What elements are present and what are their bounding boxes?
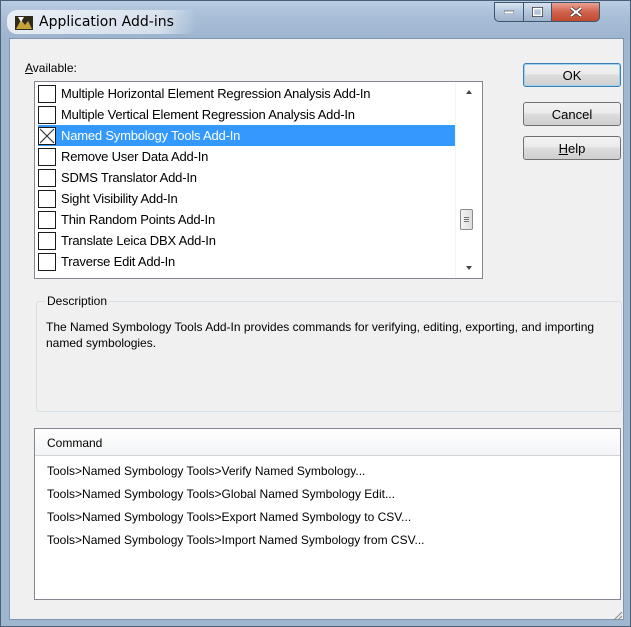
maximize-button[interactable] <box>524 2 552 22</box>
app-icon <box>15 14 33 30</box>
list-item-label: Multiple Vertical Element Regression Ana… <box>61 106 355 122</box>
checkbox[interactable] <box>38 84 56 103</box>
checked-checkbox[interactable] <box>38 126 56 145</box>
checkbox[interactable] <box>38 168 56 187</box>
command-row[interactable]: Tools>Named Symbology Tools>Global Named… <box>47 484 395 504</box>
scrollbar-thumb[interactable] <box>460 209 473 230</box>
list-item[interactable]: Named Symbology Tools Add-In <box>38 125 456 146</box>
command-row[interactable]: Tools>Named Symbology Tools>Export Named… <box>47 507 411 527</box>
checkbox[interactable] <box>38 105 56 124</box>
available-label-text: vailable: <box>32 61 77 75</box>
list-item[interactable]: Thin Random Points Add-In <box>38 209 457 230</box>
list-scrollbar[interactable] <box>455 82 482 278</box>
command-list[interactable]: Command Tools>Named Symbology Tools>Veri… <box>34 428 621 600</box>
thumb-grip-line <box>464 221 469 222</box>
checkbox[interactable] <box>38 147 56 166</box>
caption-buttons <box>494 2 600 22</box>
help-button[interactable]: Help <box>523 136 621 160</box>
list-item-label: SDMS Translator Add-In <box>61 169 197 185</box>
list-item-label: Remove User Data Add-In <box>61 148 209 164</box>
help-button-mnemonic: H <box>558 140 569 156</box>
command-row[interactable]: Tools>Named Symbology Tools>Import Named… <box>47 530 425 550</box>
close-button[interactable] <box>552 2 600 22</box>
description-group <box>36 301 622 412</box>
scroll-down-icon[interactable] <box>464 264 474 272</box>
application-addins-window: Application Add-ins Available: Multiple … <box>0 0 631 627</box>
list-item[interactable]: SDMS Translator Add-In <box>38 167 457 188</box>
available-label-mnemonic: A <box>25 61 33 75</box>
minimize-button[interactable] <box>494 2 524 22</box>
list-item[interactable]: Traverse Edit Add-In <box>38 251 457 272</box>
list-item[interactable]: Multiple Horizontal Element Regression A… <box>38 83 457 104</box>
minimize-icon <box>504 10 514 14</box>
description-text: The Named Symbology Tools Add-In provide… <box>46 320 595 350</box>
checkbox[interactable] <box>38 231 56 250</box>
scroll-up-icon[interactable] <box>464 88 474 96</box>
title-bar[interactable]: Application Add-ins <box>1 1 630 39</box>
list-item[interactable]: Multiple Vertical Element Regression Ana… <box>38 104 457 125</box>
list-item[interactable]: Sight Visibility Add-In <box>38 188 457 209</box>
command-header-label: Command <box>47 436 103 450</box>
checkbox[interactable] <box>38 210 56 229</box>
command-row[interactable]: Tools>Named Symbology Tools>Verify Named… <box>47 461 365 481</box>
check-x-icon <box>39 128 55 143</box>
list-item-label: Sight Visibility Add-In <box>61 190 178 206</box>
list-item-label: Traverse Edit Add-In <box>61 253 176 269</box>
thumb-grip-line <box>464 219 469 220</box>
list-item[interactable]: Translate Leica DBX Add-In <box>38 230 457 251</box>
maximize-icon <box>532 7 543 17</box>
command-column-header[interactable]: Command <box>35 429 620 456</box>
list-item-label: Named Symbology Tools Add-In <box>59 127 243 144</box>
list-item[interactable]: Remove User Data Add-In <box>38 146 457 167</box>
checkbox[interactable] <box>38 252 56 271</box>
checkbox[interactable] <box>38 189 56 208</box>
window-title: Application Add-ins <box>39 14 174 30</box>
list-item-label: Multiple Horizontal Element Regression A… <box>61 85 371 101</box>
description-legend: Description <box>45 294 110 308</box>
list-item-label: Thin Random Points Add-In <box>61 211 215 227</box>
thumb-grip-line <box>464 217 469 218</box>
ok-button[interactable]: OK <box>523 63 621 87</box>
list-item-label: Translate Leica DBX Add-In <box>61 232 216 248</box>
help-button-label: elp <box>568 140 586 156</box>
cancel-button[interactable]: Cancel <box>523 102 621 126</box>
close-icon <box>569 7 582 17</box>
available-label: Available: <box>25 61 77 75</box>
available-addins-list[interactable]: Multiple Horizontal Element Regression A… <box>34 81 483 279</box>
resize-grip-icon[interactable] <box>613 611 623 621</box>
